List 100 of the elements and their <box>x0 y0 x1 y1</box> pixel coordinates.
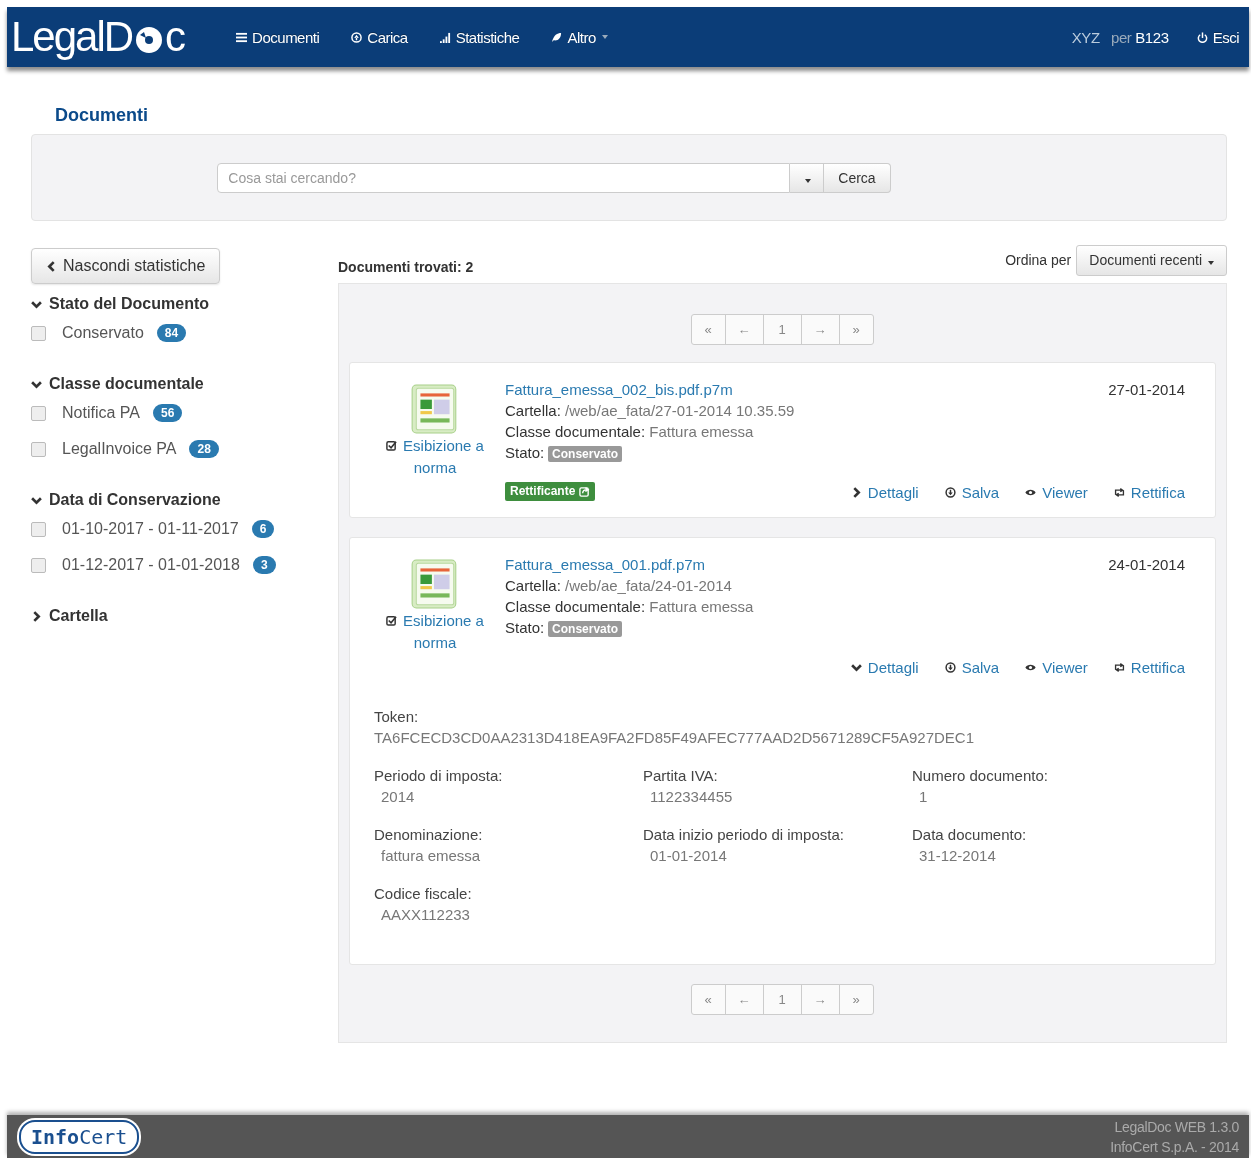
checkbox[interactable] <box>31 405 46 421</box>
copyright-text: InfoCert S.p.A. - 2014 <box>1110 1137 1239 1157</box>
hide-statistics-button[interactable]: Nascondi statistiche <box>31 248 221 284</box>
upload-icon <box>351 31 363 43</box>
state-tag: Conservato <box>548 621 623 637</box>
user-label: XYZ per B123 <box>1071 28 1169 46</box>
pagination-button[interactable]: → <box>800 314 840 345</box>
file-name-link[interactable]: Fattura_emessa_001.pdf.p7m <box>505 554 851 575</box>
state-label: Stato: <box>505 619 545 636</box>
nav-link[interactable]: Carica <box>335 28 424 46</box>
pagination-button[interactable]: « <box>690 314 726 345</box>
chevron-icon <box>850 662 862 673</box>
checkbox[interactable] <box>31 325 46 341</box>
facet-header[interactable]: Classe documentale <box>31 373 338 395</box>
field-label: Denominazione: <box>374 825 484 845</box>
count-badge: 3 <box>252 556 276 574</box>
pagination-button[interactable]: ← <box>724 984 764 1015</box>
class-text: Classe documentale: Fattura emessa <box>505 597 755 617</box>
chevron-left-icon <box>46 260 57 272</box>
share-icon <box>579 486 591 497</box>
save-link[interactable]: Salva <box>944 484 1000 501</box>
nav-link[interactable]: Statistiche <box>423 28 536 46</box>
facet-header[interactable]: Cartella <box>31 605 338 627</box>
facet-label: LegalInvoice PA <box>62 440 177 458</box>
search-options-button[interactable] <box>790 162 825 193</box>
download-icon <box>944 662 956 673</box>
document-date: 24-01-2014 <box>1108 556 1185 573</box>
nav-link[interactable]: Documenti <box>220 28 336 46</box>
power-icon <box>1196 31 1208 43</box>
field-label: Codice fiscale: <box>374 884 473 904</box>
class-text: Classe documentale: Fattura emessa <box>505 422 755 442</box>
repeat-arrows-icon <box>1113 662 1125 673</box>
checked-box-icon <box>386 440 398 451</box>
details-link[interactable]: Dettagli <box>850 484 919 501</box>
field-label: Periodo di imposta: <box>374 766 504 786</box>
document-date: 27-01-2014 <box>1108 381 1185 398</box>
checkbox[interactable] <box>31 441 46 457</box>
chevron-icon <box>31 610 42 622</box>
exhibit-link[interactable]: Esibizione a norma <box>380 610 490 654</box>
pagination-button[interactable]: 1 <box>762 314 802 345</box>
version-text: LegalDoc WEB 1.3.0 <box>1114 1117 1239 1137</box>
pagination-button[interactable]: ← <box>724 314 764 345</box>
pagination-button[interactable]: » <box>838 984 874 1015</box>
count-badge: 84 <box>156 324 187 342</box>
pagination-button[interactable]: » <box>838 314 874 345</box>
amend-link[interactable]: Rettifica <box>1113 484 1185 501</box>
logout-link[interactable]: Esci <box>1168 28 1249 46</box>
save-link[interactable]: Salva <box>944 659 1000 676</box>
field-label: Data inizio periodo di imposta: <box>643 825 845 845</box>
repeat-arrows-icon <box>1113 487 1125 498</box>
sort-dropdown[interactable]: Documenti recenti <box>1076 244 1227 276</box>
viewer-link[interactable]: Viewer <box>1025 659 1088 676</box>
details-link[interactable]: Dettagli <box>850 659 919 676</box>
field-value: 01-01-2014 <box>649 846 728 866</box>
field-value: AAXX112233 <box>380 905 471 925</box>
search-field[interactable]: Cosa stai cercando? <box>217 162 791 193</box>
count-badge: 28 <box>189 440 219 458</box>
leaf-icon <box>551 31 563 43</box>
token-value: TA6FCECD3CD0AA2313D418EA9FA2FD85F49AFEC777AAD2D5671289CF5A927DEC1 <box>374 728 976 748</box>
nav-link[interactable]: Altro <box>535 28 612 46</box>
field-value: 1 <box>918 787 929 807</box>
field-value: fattura emessa <box>380 846 482 866</box>
field-value: 31-12-2014 <box>918 846 997 866</box>
checkbox[interactable] <box>31 521 46 537</box>
eye-icon <box>1025 487 1037 498</box>
viewer-link[interactable]: Viewer <box>1025 484 1088 501</box>
state-tag: Conservato <box>548 446 623 462</box>
state-label: Stato: <box>505 444 545 461</box>
facet-label: 01-12-2017 - 01-01-2018 <box>62 556 240 574</box>
checked-box-icon <box>386 615 398 626</box>
signal-bars-icon <box>439 31 451 43</box>
field-label: Data documento: <box>912 825 1028 845</box>
results-count: Documenti trovati: 2 <box>338 259 475 275</box>
app-logo[interactable]: LegalD c <box>7 7 221 67</box>
facet-label: 01-10-2017 - 01-11-2017 <box>62 520 239 538</box>
list-icon <box>236 31 248 43</box>
footer-logo: InfoCert <box>19 1119 140 1154</box>
file-name-link[interactable]: Fattura_emessa_002_bis.pdf.p7m <box>505 379 851 400</box>
amending-tag[interactable]: Rettificante <box>505 482 596 501</box>
sort-label: Ordina per <box>1005 252 1072 268</box>
facet-header[interactable]: Stato del Documento <box>31 293 338 315</box>
page-title: Documenti <box>55 105 149 127</box>
download-icon <box>944 487 956 498</box>
caret-icon[interactable] <box>601 35 608 39</box>
facet-header[interactable]: Data di Conservazione <box>31 489 338 511</box>
eye-icon <box>1025 662 1037 673</box>
checkbox[interactable] <box>31 557 46 573</box>
pagination-button[interactable]: 1 <box>762 984 802 1015</box>
field-value: 1122334455 <box>649 787 734 807</box>
exhibit-link[interactable]: Esibizione a norma <box>380 435 490 479</box>
field-label: Numero documento: <box>912 766 1049 786</box>
search-button[interactable]: Cerca <box>824 162 891 193</box>
pagination-button[interactable]: « <box>690 984 726 1015</box>
amend-link[interactable]: Rettifica <box>1113 659 1185 676</box>
facet-label: Notifica PA <box>62 404 140 422</box>
pagination-button[interactable]: → <box>800 984 840 1015</box>
count-badge: 6 <box>251 520 275 538</box>
caret-icon <box>804 178 811 183</box>
field-value: 2014 <box>380 787 416 807</box>
facet-label: Conservato <box>62 324 144 342</box>
